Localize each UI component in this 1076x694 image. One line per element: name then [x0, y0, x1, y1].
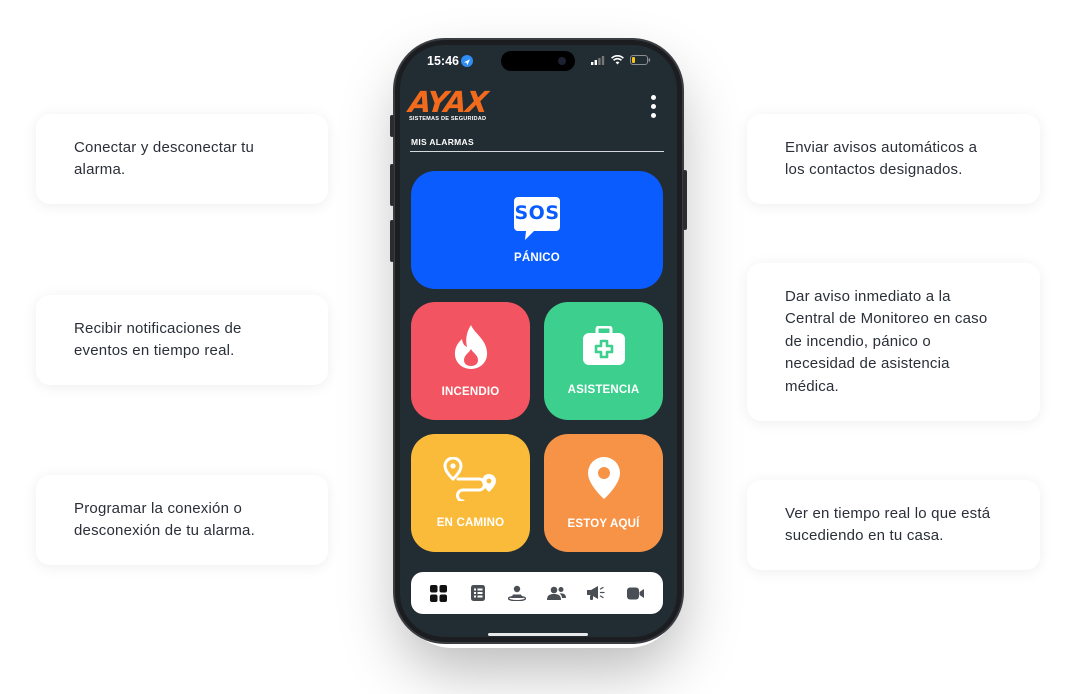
feature-text: Dar aviso inmediato a la Central de Moni… — [785, 287, 988, 395]
feature-card-arm: Conectar y desconectar tu alarma. — [36, 114, 328, 204]
video-camera-icon — [626, 587, 644, 599]
signal-icon — [591, 56, 605, 65]
ayax-logo: AYAX SISTEMAS DE SEGURIDAD — [407, 85, 489, 122]
assistance-label: ASISTENCIA — [567, 384, 640, 396]
feature-card-video: Ver en tiempo real lo que está sucediend… — [747, 480, 1040, 570]
flame-icon — [454, 325, 487, 369]
feature-card-emergency: Dar aviso inmediato a la Central de Moni… — [747, 263, 1040, 421]
dynamic-island — [501, 51, 575, 71]
phone-side-button — [390, 115, 394, 137]
grid-icon — [430, 584, 448, 602]
megaphone-icon — [586, 586, 605, 600]
sos-icon: SOS — [514, 196, 560, 241]
user-zone-icon — [508, 585, 527, 601]
phone-volume-down — [390, 220, 394, 262]
tab-list[interactable] — [466, 581, 490, 605]
tab-video[interactable] — [623, 581, 647, 605]
logo-wordmark: AYAX — [407, 85, 489, 119]
phone-screen: 15:46 AYAX SISTEMAS DE SEGURIDAD MIS ALA… — [400, 45, 677, 637]
tab-zone[interactable] — [505, 581, 529, 605]
tab-grid[interactable] — [427, 581, 451, 605]
map-pin-icon — [587, 457, 620, 499]
on-the-way-label: EN CAMINO — [436, 517, 505, 529]
phone-volume-up — [390, 164, 394, 206]
feature-card-schedule: Programar la conexión o desconexión de t… — [36, 475, 328, 565]
feature-card-notifications: Recibir notificaciones de eventos en tie… — [36, 295, 328, 385]
wifi-icon — [611, 55, 624, 65]
route-icon — [442, 457, 496, 501]
panic-label: PÁNICO — [514, 251, 560, 264]
feature-text: Conectar y desconectar tu alarma. — [74, 138, 255, 179]
location-arrow-icon — [461, 55, 473, 67]
im-here-label: ESTOY AQUÍ — [567, 518, 640, 530]
more-options-icon[interactable] — [651, 95, 657, 118]
fire-label: INCENDIO — [441, 386, 500, 398]
bottom-tab-bar — [411, 572, 663, 614]
feature-text: Ver en tiempo real lo que está sucediend… — [785, 504, 991, 545]
panic-button[interactable]: SOS PÁNICO — [411, 171, 663, 289]
fire-button[interactable]: INCENDIO — [411, 302, 530, 420]
feature-text: Programar la conexión o desconexión de t… — [74, 499, 255, 540]
first-aid-kit-icon — [582, 326, 625, 365]
im-here-button[interactable]: ESTOY AQUÍ — [544, 434, 663, 552]
sos-badge-text: SOS — [514, 201, 560, 224]
section-divider — [410, 151, 664, 152]
contacts-icon — [547, 586, 567, 600]
feature-text: Recibir notificaciones de eventos en tie… — [74, 319, 242, 360]
on-the-way-button[interactable]: EN CAMINO — [411, 434, 530, 552]
feature-text: Enviar avisos automáticos a los contacto… — [785, 138, 978, 179]
battery-low-icon — [630, 55, 651, 65]
status-icons — [591, 55, 651, 65]
tab-alerts[interactable] — [584, 581, 608, 605]
assistance-button[interactable]: ASISTENCIA — [544, 302, 663, 420]
list-icon — [470, 585, 485, 601]
status-time: 15:46 — [427, 54, 459, 68]
home-indicator — [488, 633, 588, 636]
phone-power-button — [683, 170, 687, 230]
section-title: MIS ALARMAS — [411, 137, 474, 147]
feature-card-contacts: Enviar avisos automáticos a los contacto… — [747, 114, 1040, 204]
tab-contacts[interactable] — [545, 581, 569, 605]
